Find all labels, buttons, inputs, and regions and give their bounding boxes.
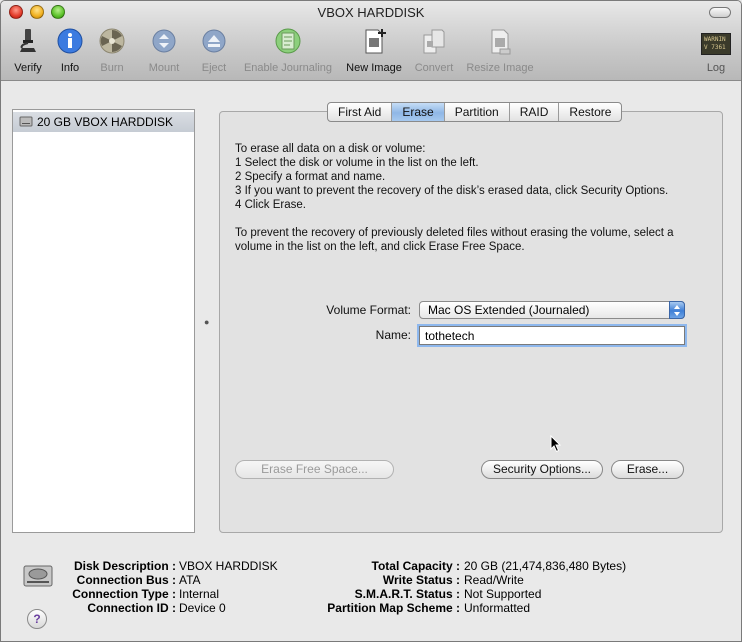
toolbar-label: Resize Image xyxy=(466,62,534,74)
window-title: VBOX HARDDISK xyxy=(317,5,425,20)
disk-list-item-label: 20 GB VBOX HARDDISK xyxy=(37,115,174,129)
toolbar-label: Mount xyxy=(148,62,180,74)
info-value-text: 20 GB (21,474,836,480 Bytes) xyxy=(464,559,627,573)
tab-bar: First Aid Erase Partition RAID Restore xyxy=(327,102,623,122)
erase-button[interactable]: Erase... xyxy=(611,460,684,479)
tab-restore[interactable]: Restore xyxy=(559,103,621,121)
info-key: S.M.A.R.T. Status : xyxy=(354,587,460,601)
info-write-status: Write Status : xyxy=(1,573,460,587)
convert-icon xyxy=(423,29,445,54)
volume-format-select[interactable]: Mac OS Extended (Journaled) xyxy=(419,301,685,319)
erase-free-space-description: To prevent the recovery of previously de… xyxy=(235,227,674,253)
disk-list-item[interactable]: 20 GB VBOX HARDDISK xyxy=(13,112,194,132)
info-key: Write Status : xyxy=(382,573,460,587)
log-button[interactable]: WARNIN V 7361 Log xyxy=(699,27,733,77)
toolbar-label: New Image xyxy=(346,62,402,74)
info-icon xyxy=(57,28,83,54)
select-arrows-icon xyxy=(669,301,685,319)
splitter-handle[interactable]: ● xyxy=(204,317,209,327)
info-button[interactable]: Info xyxy=(53,27,87,77)
resize-image-button[interactable]: Resize Image xyxy=(465,27,535,77)
tab-first-aid[interactable]: First Aid xyxy=(328,103,393,121)
info-value-text: Unformatted xyxy=(464,601,531,615)
toolbar-toggle-button[interactable] xyxy=(709,7,731,18)
resize-image-icon xyxy=(491,29,511,55)
journal-icon xyxy=(275,28,301,54)
name-field[interactable] xyxy=(419,326,685,345)
titlebar: VBOX HARDDISK Verify Info Burn Mount Eje… xyxy=(1,1,741,81)
toolbar-label: Eject xyxy=(201,62,227,74)
erase-instructions: To erase all data on a disk or volume: 1… xyxy=(235,143,669,211)
disk-utility-window: VBOX HARDDISK Verify Info Burn Mount Eje… xyxy=(0,0,742,642)
tab-erase[interactable]: Erase xyxy=(392,103,445,121)
mouse-pointer-icon xyxy=(550,435,562,453)
info-partition-map-scheme: Partition Map Scheme : xyxy=(1,601,460,615)
toolbar-label: Enable Journaling xyxy=(243,62,333,74)
toolbar-label: Info xyxy=(60,62,80,74)
tab-partition[interactable]: Partition xyxy=(445,103,510,121)
volume-format-label: Volume Format: xyxy=(326,303,411,317)
toolbar-label: Log xyxy=(706,62,726,74)
tab-raid[interactable]: RAID xyxy=(510,103,560,121)
erase-free-space-button[interactable]: Erase Free Space... xyxy=(235,460,394,479)
new-image-button[interactable]: New Image xyxy=(343,27,405,77)
toolbar-label: Verify xyxy=(14,62,42,74)
burn-button[interactable]: Burn xyxy=(95,27,129,77)
mount-button[interactable]: Mount xyxy=(144,27,184,77)
info-smart-status: S.M.A.R.T. Status : xyxy=(1,587,460,601)
eject-icon xyxy=(202,29,226,53)
security-options-button[interactable]: Security Options... xyxy=(481,460,603,479)
toolbar-label: Burn xyxy=(100,62,124,74)
mount-icon xyxy=(152,29,176,53)
volume-format-value: Mac OS Extended (Journaled) xyxy=(428,303,590,317)
convert-button[interactable]: Convert xyxy=(411,27,457,77)
new-image-icon xyxy=(365,29,386,54)
info-key: Partition Map Scheme : xyxy=(327,601,460,615)
eject-button[interactable]: Eject xyxy=(197,27,231,77)
name-label: Name: xyxy=(375,328,411,342)
log-icon: WARNIN V 7361 xyxy=(701,33,731,55)
disk-list[interactable]: 20 GB VBOX HARDDISK xyxy=(12,109,195,533)
info-value-text: Not Supported xyxy=(464,587,542,601)
hard-disk-icon xyxy=(19,116,33,127)
info-total-capacity: Total Capacity : xyxy=(1,559,460,573)
info-key: Total Capacity : xyxy=(371,559,460,573)
enable-journaling-button[interactable]: Enable Journaling xyxy=(241,27,335,77)
verify-button[interactable]: Verify xyxy=(9,27,47,77)
info-value-text: Read/Write xyxy=(464,573,524,587)
toolbar-label: Convert xyxy=(414,62,454,74)
microscope-icon xyxy=(20,29,36,52)
burn-icon xyxy=(99,28,125,54)
